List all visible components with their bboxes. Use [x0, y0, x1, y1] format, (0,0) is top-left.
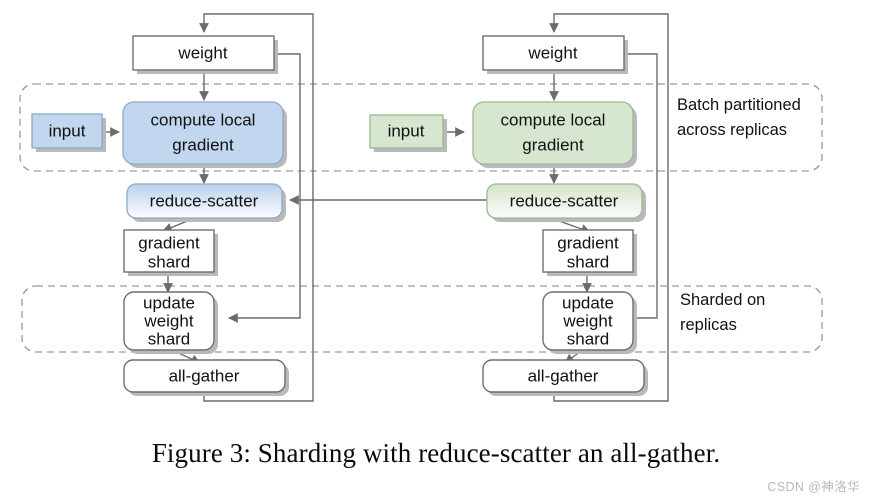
sharded-region-label-line2: replicas: [680, 316, 737, 334]
node-input-label: input: [49, 121, 86, 140]
node-gradient-shard-label-line2: shard: [567, 252, 610, 271]
node-all-gather[interactable]: all-gather: [123, 359, 289, 396]
node-gradient-shard-label-line2: shard: [148, 252, 191, 271]
node-all-gather[interactable]: all-gather: [482, 359, 648, 396]
node-reduce-scatter[interactable]: reduce-scatter: [486, 183, 646, 222]
node-compute-local-gradient-label-line1: compute local: [501, 110, 606, 129]
node-reduce-scatter-label: reduce-scatter: [150, 191, 259, 210]
node-input[interactable]: input: [31, 113, 106, 152]
node-compute-local-gradient[interactable]: compute local gradient: [472, 101, 637, 168]
node-compute-local-gradient-label-line2: gradient: [172, 135, 234, 154]
figure-3-sharding-diagram: Batch partitioned across replicas Sharde…: [0, 0, 872, 502]
node-gradient-shard-label-line1: gradient: [138, 233, 200, 252]
node-input-label: input: [388, 121, 425, 140]
node-update-weight-shard-label-line3: shard: [567, 329, 610, 348]
node-weight-label: weight: [177, 43, 227, 62]
right-replica-column: weight input compute local gradient redu…: [369, 35, 648, 396]
node-gradient-shard-label-line1: gradient: [557, 233, 619, 252]
node-update-weight-shard-label-line1: update: [562, 293, 614, 312]
node-all-gather-label: all-gather: [169, 366, 240, 385]
batch-partitioned-region-label-line1: Batch partitioned: [677, 96, 801, 114]
node-weight-label: weight: [527, 43, 577, 62]
node-update-weight-shard-label-line1: update: [143, 293, 195, 312]
node-weight[interactable]: weight: [132, 35, 278, 74]
node-update-weight-shard-label-line3: shard: [148, 329, 191, 348]
node-gradient-shard[interactable]: gradient shard: [123, 229, 218, 276]
node-compute-local-gradient-label-line2: gradient: [522, 135, 584, 154]
node-weight[interactable]: weight: [482, 35, 628, 74]
sharded-region-label-line1: Sharded on: [680, 291, 765, 309]
node-update-weight-shard[interactable]: update weight shard: [123, 291, 218, 354]
node-reduce-scatter[interactable]: reduce-scatter: [126, 183, 286, 222]
diagram-canvas: Batch partitioned across replicas Sharde…: [19, 13, 823, 402]
node-reduce-scatter-label: reduce-scatter: [510, 191, 619, 210]
node-compute-local-gradient-label-line1: compute local: [151, 110, 256, 129]
batch-partitioned-region-label-line2: across replicas: [677, 121, 787, 139]
node-input[interactable]: input: [369, 114, 447, 152]
node-update-weight-shard-label-line2: weight: [143, 311, 193, 330]
node-update-weight-shard[interactable]: update weight shard: [542, 291, 637, 354]
node-all-gather-label: all-gather: [528, 366, 599, 385]
left-replica-column: weight input compute local gradient redu…: [31, 35, 289, 396]
csdn-watermark: CSDN @神洛华: [767, 480, 860, 494]
node-compute-local-gradient[interactable]: compute local gradient: [122, 101, 287, 168]
node-update-weight-shard-label-line2: weight: [562, 311, 612, 330]
node-gradient-shard[interactable]: gradient shard: [542, 229, 637, 276]
figure-caption: Figure 3: Sharding with reduce-scatter a…: [151, 438, 721, 468]
